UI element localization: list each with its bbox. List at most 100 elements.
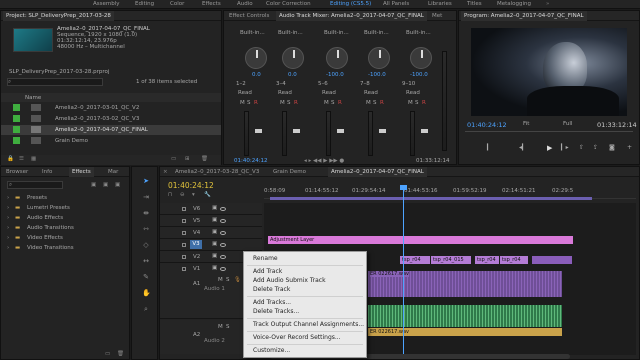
lock-icon[interactable] (182, 255, 186, 259)
mute-button[interactable]: M (366, 100, 371, 106)
eye-icon[interactable] (220, 255, 226, 259)
pan-knob[interactable] (245, 47, 267, 69)
menu-track-output-channel-assignments[interactable]: Track Output Channel Assignments... (244, 320, 366, 329)
record-button[interactable]: R (422, 100, 426, 106)
workspace-audio[interactable]: Audio (237, 1, 253, 7)
eye-icon[interactable] (220, 207, 226, 211)
effects-folder[interactable]: › ▬ Video Effects (1, 234, 129, 243)
solo-button[interactable]: S (226, 277, 230, 283)
workspace-effects[interactable]: Effects (202, 1, 221, 7)
read-mode-dropdown[interactable]: Read (238, 90, 252, 96)
effects-folder[interactable]: › ▬ Lumetri Presets (1, 204, 129, 213)
menu-delete-track[interactable]: Delete Track (244, 285, 366, 294)
list-item[interactable]: Amelia2–0_2017-03-01_QC_V2 (1, 103, 221, 113)
lock-icon[interactable] (182, 219, 186, 223)
new-item-icon[interactable]: ⊞ (185, 156, 190, 162)
effects-folder[interactable]: › ▬ Video Transitions (1, 244, 129, 253)
snap-icon[interactable]: ⊓ (168, 192, 172, 198)
video-clip[interactable] (532, 256, 572, 264)
mute-button[interactable]: M (218, 324, 223, 330)
pan-knob[interactable] (410, 47, 432, 69)
mark-in-icon[interactable]: ▎ (487, 144, 492, 151)
sync-lock-icon[interactable]: ▣ (212, 217, 217, 223)
trash-icon[interactable]: 🗑 (117, 351, 124, 357)
work-area-bar[interactable] (270, 197, 592, 200)
workspace-all-panels[interactable]: All Panels (383, 1, 409, 7)
program-video-frame[interactable] (471, 28, 627, 116)
video-clip[interactable]: tsp_r04 (475, 256, 499, 264)
pan-value[interactable]: -100.0 (368, 72, 386, 78)
trash-icon[interactable]: 🗑 (201, 156, 208, 162)
sync-lock-icon[interactable]: ▣ (212, 241, 217, 247)
workspace-color-correction[interactable]: Color Correction (266, 1, 311, 7)
video-clip[interactable]: tsp_r04 (400, 256, 430, 264)
pan-knob[interactable] (282, 47, 304, 69)
tab-effects[interactable]: Effects (69, 167, 94, 177)
tab-sequence-final[interactable]: Amelia2–0_2017-04-07_QC_FINAL (328, 167, 427, 177)
32bit-icon[interactable]: ▣ (103, 182, 108, 188)
channel-input-1[interactable]: Built-in... (240, 30, 265, 36)
track-header-v5[interactable]: V5 ▣ (160, 215, 262, 227)
volume-fader[interactable] (337, 129, 344, 133)
track-header-v4[interactable]: V4 ▣ (160, 227, 262, 239)
menu-customize[interactable]: Customize... (244, 346, 366, 355)
program-timecode[interactable]: 01:40:24:12 (467, 121, 507, 129)
pan-value[interactable]: -100.0 (326, 72, 344, 78)
record-button[interactable]: R (294, 100, 298, 106)
mute-button[interactable]: M (218, 277, 223, 283)
more-workspaces-icon[interactable]: » (546, 1, 549, 7)
selection-tool-icon[interactable]: ➤ (142, 177, 150, 185)
volume-fader[interactable] (421, 129, 428, 133)
list-item-selected[interactable]: Amelia2–0_2017-04-07_QC_FINAL (1, 125, 221, 135)
play-icon[interactable]: ▶ (547, 144, 552, 152)
playhead[interactable] (403, 185, 404, 355)
solo-button[interactable]: S (247, 100, 251, 106)
audio-clip-a1[interactable]: ER 022617.wav (368, 271, 562, 297)
track-label[interactable]: V3 (190, 240, 202, 249)
eye-icon[interactable] (220, 231, 226, 235)
quality-dropdown[interactable]: Full (563, 121, 572, 127)
hand-icon[interactable]: ✋ (142, 289, 151, 297)
pan-value[interactable]: -100.0 (410, 72, 428, 78)
lift-icon[interactable]: ⇧ (579, 144, 584, 151)
tab-grain-demo[interactable]: Grain Demo (270, 167, 309, 177)
workspace-assembly[interactable]: Assembly (93, 1, 120, 7)
menu-voice-over-record-settings[interactable]: Voice-Over Record Settings... (244, 333, 366, 342)
mixer-timecode[interactable]: 01:40:24:12 (234, 158, 268, 164)
zoom-icon[interactable]: ⌕ (142, 305, 150, 313)
pen-icon[interactable]: ✎ (142, 273, 150, 281)
effects-folder[interactable]: › ▬ Audio Transitions (1, 224, 129, 233)
workspace-editing[interactable]: Editing (135, 1, 154, 7)
track-header-v3[interactable]: V3 ▣ (160, 239, 262, 251)
channel-input-4[interactable]: Built-in... (364, 30, 389, 36)
rolling-edit-icon[interactable]: ⇿ (142, 225, 150, 233)
tab-effect-controls[interactable]: Effect Controls (226, 11, 272, 21)
menu-add-track[interactable]: Add Track (244, 267, 366, 276)
slip-icon[interactable]: ↔ (142, 257, 150, 265)
menu-rename[interactable]: Rename (244, 254, 366, 263)
effects-folder[interactable]: › ▬ Audio Effects (1, 214, 129, 223)
zoom-dropdown[interactable]: Fit (523, 121, 529, 127)
lock-icon[interactable] (182, 231, 186, 235)
audio-clip-a2-lower[interactable]: ER 022617.wav (368, 328, 562, 336)
effects-search-input[interactable] (7, 181, 63, 189)
mute-button[interactable]: M (280, 100, 285, 106)
channel-input-2[interactable]: Built-in... (278, 30, 303, 36)
lock-icon[interactable] (182, 207, 186, 211)
timeline-timecode[interactable]: 01:40:24:12 (168, 181, 214, 190)
extract-icon[interactable]: ⇪ (593, 144, 598, 151)
yuv-icon[interactable]: ▣ (115, 182, 120, 188)
list-item[interactable]: Amelia2–0_2017-03-02_QC_V3 (1, 114, 221, 124)
effects-folder[interactable]: › ▬ Presets (1, 194, 129, 203)
new-bin-icon[interactable]: ▭ (171, 156, 176, 162)
menu-add-audio-submix-track[interactable]: Add Audio Submix Track (244, 276, 366, 285)
tab-metadata[interactable]: Met (429, 11, 445, 21)
lock-icon[interactable] (182, 243, 186, 247)
ripple-edit-icon[interactable]: ⇼ (142, 209, 150, 217)
track-header-v6[interactable]: V6 ▣ (160, 203, 262, 215)
pan-knob[interactable] (326, 47, 348, 69)
channel-input-3[interactable]: Built-in... (324, 30, 349, 36)
read-mode-dropdown[interactable]: Read (278, 90, 292, 96)
sync-lock-icon[interactable]: ▣ (212, 205, 217, 211)
record-button[interactable]: R (254, 100, 258, 106)
